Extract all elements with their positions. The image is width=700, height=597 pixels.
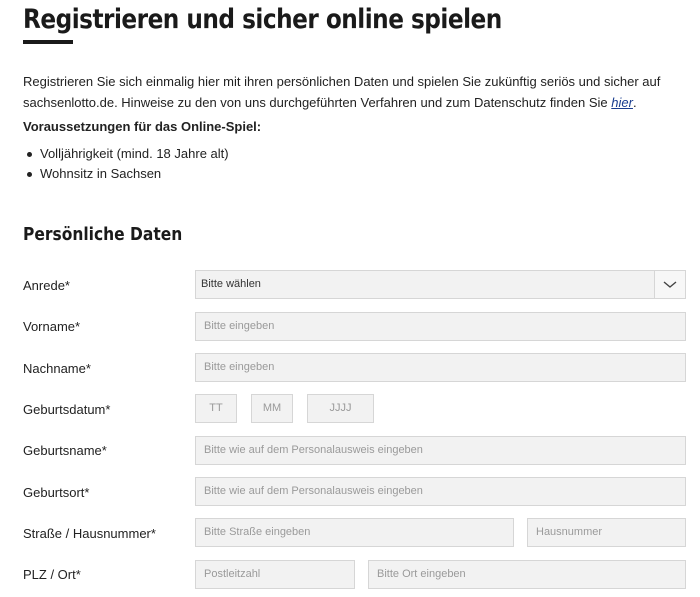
privacy-link[interactable]: hier bbox=[611, 95, 633, 110]
plz-ort-label: PLZ / Ort* bbox=[23, 567, 81, 582]
intro-text: Registrieren Sie sich einmalig hier mit … bbox=[23, 71, 683, 113]
list-item: Wohnsitz in Sachsen bbox=[23, 164, 229, 184]
page-title: Registrieren und sicher online spielen bbox=[23, 4, 502, 35]
chevron-down-icon[interactable] bbox=[654, 271, 685, 298]
intro-end: . bbox=[632, 95, 637, 110]
street-input[interactable]: Bitte Straße eingeben bbox=[195, 518, 514, 547]
strasse-label: Straße / Hausnummer* bbox=[23, 526, 156, 541]
geburtsort-label: Geburtsort* bbox=[23, 485, 90, 500]
anrede-select[interactable]: Bitte wählen bbox=[195, 270, 686, 299]
postal-code-input[interactable]: Postleitzahl bbox=[195, 560, 355, 589]
geburtsname-input[interactable]: Bitte wie auf dem Personalausweis eingeb… bbox=[195, 436, 686, 465]
requirement-age: Volljährigkeit (mind. 18 Jahre alt) bbox=[40, 146, 229, 161]
geburtsname-label: Geburtsname* bbox=[23, 443, 107, 458]
bullet-icon bbox=[27, 152, 32, 157]
vorname-label: Vorname* bbox=[23, 319, 81, 334]
city-input[interactable]: Bitte Ort eingeben bbox=[368, 560, 686, 589]
birth-month-input[interactable]: MM bbox=[251, 394, 293, 423]
geburtsdatum-label: Geburtsdatum* bbox=[23, 402, 111, 417]
section-title-personal-data: Persönliche Daten bbox=[23, 224, 183, 245]
nachname-input[interactable]: Bitte eingeben bbox=[195, 353, 686, 382]
requirements-list: Volljährigkeit (mind. 18 Jahre alt) Wohn… bbox=[23, 144, 229, 184]
birth-year-input[interactable]: JJJJ bbox=[307, 394, 374, 423]
title-underline bbox=[23, 40, 73, 44]
requirement-residence: Wohnsitz in Sachsen bbox=[40, 166, 162, 181]
requirements-title: Voraussetzungen für das Online-Spiel: bbox=[23, 119, 262, 134]
list-item: Volljährigkeit (mind. 18 Jahre alt) bbox=[23, 144, 229, 164]
geburtsort-input[interactable]: Bitte wie auf dem Personalausweis eingeb… bbox=[195, 477, 686, 506]
house-number-input[interactable]: Hausnummer bbox=[527, 518, 686, 547]
anrede-label: Anrede* bbox=[23, 278, 70, 293]
birth-day-input[interactable]: TT bbox=[195, 394, 237, 423]
nachname-label: Nachname* bbox=[23, 361, 91, 376]
intro-body: Registrieren Sie sich einmalig hier mit … bbox=[23, 74, 661, 110]
bullet-icon bbox=[27, 172, 32, 177]
vorname-input[interactable]: Bitte eingeben bbox=[195, 312, 686, 341]
anrede-selected-value: Bitte wählen bbox=[201, 278, 261, 290]
